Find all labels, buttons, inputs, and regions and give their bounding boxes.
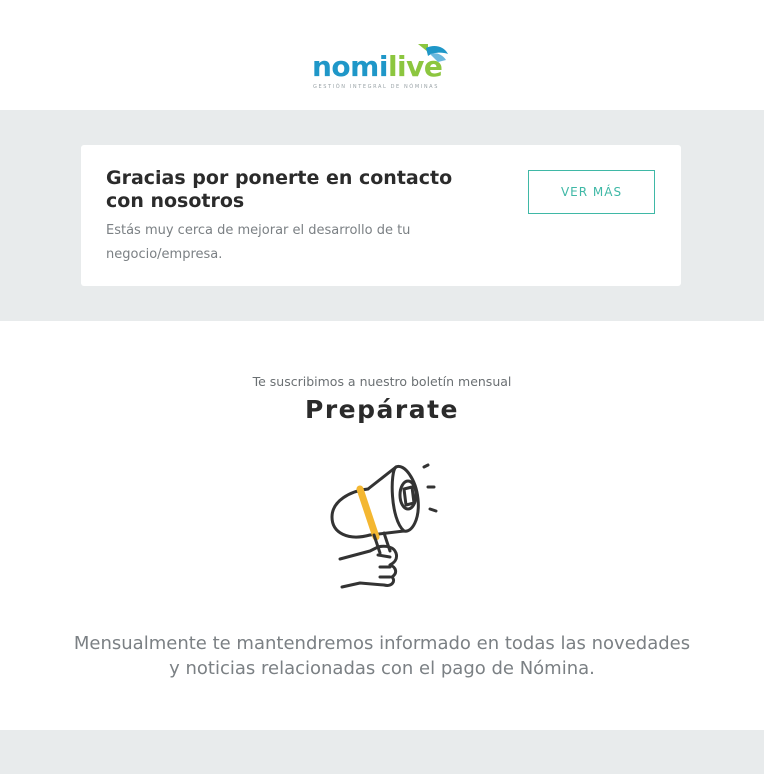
newsletter-headline: Prepárate <box>305 395 459 424</box>
card-subtitle: Estás muy cerca de mejorar el desarrollo… <box>106 223 411 262</box>
logo-tagline: GESTIÓN INTEGRAL DE NÓMINAS <box>313 84 439 90</box>
newsletter-body: Mensualmente te mantendremos informado e… <box>73 633 691 679</box>
newsletter-kicker: Te suscribimos a nuestro boletín mensual <box>252 374 512 389</box>
nomilive-logo[interactable]: nomilive GESTIÓN INTEGRAL DE NÓMINAS <box>312 42 452 92</box>
confirmation-band: Gracias por ponerte en contacto con noso… <box>0 110 764 321</box>
footer-band <box>0 730 764 774</box>
logo-part-nomi: nomi <box>312 50 388 83</box>
megaphone-icon <box>330 463 438 589</box>
logo-mark-icon <box>418 44 448 62</box>
confirmation-card: Gracias por ponerte en contacto con noso… <box>81 145 681 286</box>
card-title: Gracias por ponerte en contacto con noso… <box>106 167 453 212</box>
ver-mas-button[interactable]: VER MÁS <box>528 170 655 214</box>
header: nomilive GESTIÓN INTEGRAL DE NÓMINAS <box>0 0 764 110</box>
newsletter-section: Te suscribimos a nuestro boletín mensual… <box>0 321 764 730</box>
